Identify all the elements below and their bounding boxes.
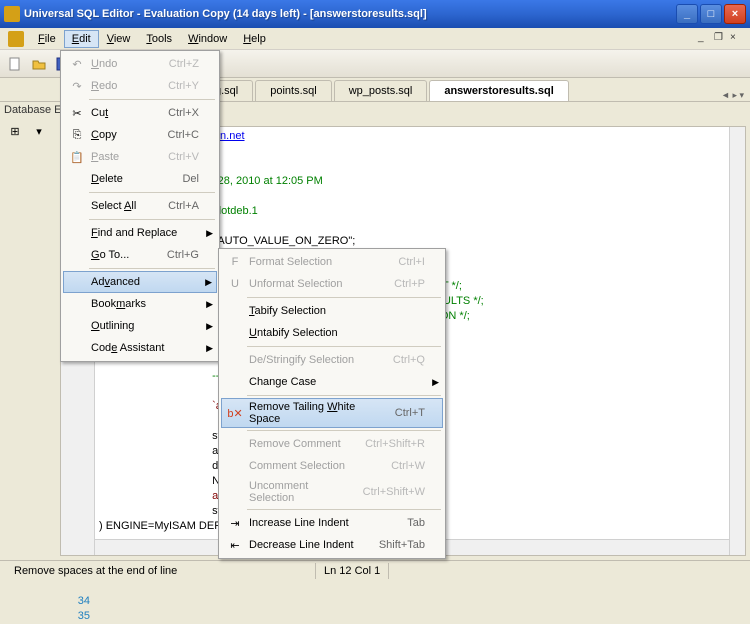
menu-undo[interactable]: ↶UndoCtrl+Z (63, 53, 217, 75)
menu-cut[interactable]: ✂CutCtrl+X (63, 102, 217, 124)
menu-destringify[interactable]: De/Stringify SelectionCtrl+Q (221, 349, 443, 371)
menu-comment-selection[interactable]: Comment SelectionCtrl+W (221, 455, 443, 477)
menu-bar: FFileile Edit View Tools Window Help (0, 28, 750, 50)
menu-advanced[interactable]: Advanced▶ (63, 271, 217, 293)
menu-remove-trailing-whitespace[interactable]: b✕Remove Tailing White SpaceCtrl+T (221, 398, 443, 428)
indent-in-icon: ⇥ (225, 515, 245, 531)
copy-icon: ⎘ (67, 127, 87, 143)
menu-redo[interactable]: ↷RedoCtrl+Y (63, 75, 217, 97)
remove-trailing-icon: b✕ (225, 405, 245, 421)
advanced-submenu: FFormat SelectionCtrl+I UUnformat Select… (218, 248, 446, 559)
menu-uncomment-selection[interactable]: Uncomment SelectionCtrl+Shift+W (221, 477, 443, 507)
menu-code-assistant[interactable]: Code Assistant▶ (63, 337, 217, 359)
menu-format-selection[interactable]: FFormat SelectionCtrl+I (221, 251, 443, 273)
side-toolbar: ⊞ ▾ (4, 120, 54, 142)
indent-out-icon: ⇤ (225, 537, 245, 553)
vertical-scrollbar[interactable] (729, 127, 745, 555)
app-small-icon (8, 31, 24, 47)
menu-goto[interactable]: Go To...Ctrl+G (63, 244, 217, 266)
unformat-icon: U (225, 276, 245, 292)
side-btn-1[interactable]: ⊞ (4, 120, 26, 142)
menu-select-all[interactable]: Select AllCtrl+A (63, 195, 217, 217)
window-title: Universal SQL Editor - Evaluation Copy (… (24, 8, 676, 20)
new-button[interactable] (4, 53, 26, 75)
database-explorer-label: Database E (4, 104, 61, 116)
menu-remove-comment[interactable]: Remove CommentCtrl+Shift+R (221, 433, 443, 455)
tab-nav[interactable]: ◄ ▸ ▾ (721, 90, 744, 101)
menu-tools[interactable]: Tools (138, 30, 180, 48)
menu-view[interactable]: View (99, 30, 139, 48)
menu-find-replace[interactable]: Find and Replace▶ (63, 222, 217, 244)
undo-icon: ↶ (67, 56, 87, 72)
cut-icon: ✂ (67, 105, 87, 121)
menu-paste[interactable]: 📋PasteCtrl+V (63, 146, 217, 168)
menu-decrease-indent[interactable]: ⇤Decrease Line IndentShift+Tab (221, 534, 443, 556)
maximize-button[interactable]: □ (700, 4, 722, 24)
menu-bookmarks[interactable]: Bookmarks▶ (63, 293, 217, 315)
app-icon (4, 6, 20, 22)
tab-wp-posts-sql[interactable]: wp_posts.sql (334, 80, 428, 101)
status-position: Ln 12 Col 1 (316, 563, 389, 579)
open-button[interactable] (28, 53, 50, 75)
menu-unformat-selection[interactable]: UUnformat SelectionCtrl+P (221, 273, 443, 295)
menu-outlining[interactable]: Outlining▶ (63, 315, 217, 337)
tab-points-sql[interactable]: points.sql (255, 80, 331, 101)
status-bar: Remove spaces at the end of line Ln 12 C… (0, 560, 750, 580)
status-hint: Remove spaces at the end of line (6, 563, 316, 579)
menu-file[interactable]: FFileile (30, 30, 64, 48)
title-bar: Universal SQL Editor - Evaluation Copy (… (0, 0, 750, 28)
menu-tabify[interactable]: Tabify Selection (221, 300, 443, 322)
mdi-minimize[interactable]: _ (698, 32, 712, 46)
menu-edit[interactable]: Edit (64, 30, 99, 48)
menu-window[interactable]: Window (180, 30, 235, 48)
mdi-restore[interactable]: ❐ (714, 32, 728, 46)
tab-answerstoresults-sql[interactable]: answerstoresults.sql (429, 80, 568, 101)
menu-increase-indent[interactable]: ⇥Increase Line IndentTab (221, 512, 443, 534)
menu-help[interactable]: Help (235, 30, 274, 48)
minimize-button[interactable]: _ (676, 4, 698, 24)
edit-menu: ↶UndoCtrl+Z ↷RedoCtrl+Y ✂CutCtrl+X ⎘Copy… (60, 50, 220, 362)
menu-delete[interactable]: DeleteDel (63, 168, 217, 190)
paste-icon: 📋 (67, 149, 87, 165)
menu-copy[interactable]: ⎘CopyCtrl+C (63, 124, 217, 146)
menu-untabify[interactable]: Untabify Selection (221, 322, 443, 344)
mdi-close[interactable]: × (730, 32, 744, 46)
close-button[interactable]: × (724, 4, 746, 24)
mdi-controls: _ ❐ × (698, 32, 744, 46)
format-icon: F (225, 254, 245, 270)
menu-change-case[interactable]: Change Case▶ (221, 371, 443, 393)
redo-icon: ↷ (67, 78, 87, 94)
side-btn-2[interactable]: ▾ (28, 120, 50, 142)
